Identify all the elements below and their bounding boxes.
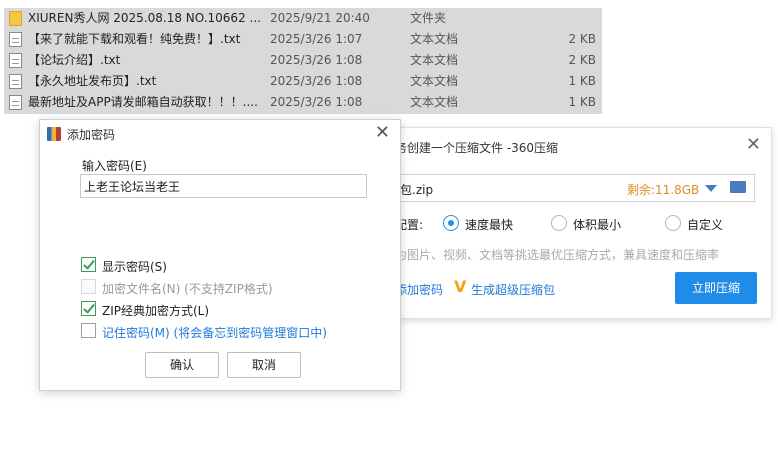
free-space: 剩余:11.8GB [627, 183, 700, 197]
password-label: 输入密码(E) [82, 159, 147, 173]
option-label: 速度最快 [465, 218, 514, 232]
winrar-icon [47, 127, 61, 141]
folder-icon[interactable] [730, 181, 746, 193]
file-type: 文本文档 [410, 53, 459, 67]
file-date: 2025/3/26 1:08 [270, 74, 363, 88]
file-type: 文件夹 [410, 11, 447, 25]
text-file-icon [9, 95, 22, 110]
text-file-icon [9, 32, 22, 47]
file-name: 最新地址及APP请发邮箱自动获取！！！.... [28, 95, 258, 109]
add-password-dialog: 添加密码 ✕ 输入密码(E) 显示密码(S) 加密文件名(N) (不支持ZIP格… [40, 120, 400, 390]
checkbox-label: 记住密码(M) (将会备忘到密码管理窗口中) [102, 326, 327, 340]
vip-icon: V [454, 277, 467, 296]
show-password-checkbox[interactable] [81, 257, 96, 272]
super-compress-link[interactable]: 生成超级压缩包 [471, 281, 555, 298]
checkbox-label: 显示密码(S) [102, 260, 167, 274]
add-password-link[interactable]: 添加密码 [395, 281, 443, 298]
radio-fastest[interactable] [443, 215, 459, 231]
archive-path-field[interactable]: 包.zip 剩余:11.8GB [393, 174, 755, 202]
radio-custom[interactable] [665, 215, 681, 231]
file-row[interactable]: 最新地址及APP请发邮箱自动获取！！！.... 2025/3/26 1:08 文… [4, 92, 602, 113]
compress-dialog: 务创建一个压缩文件 -360压缩 ✕ 包.zip 剩余:11.8GB 配置: 速… [373, 128, 771, 318]
file-row[interactable]: 【来了就能下载和观看！纯免费！】.txt 2025/3/26 1:07 文本文档… [4, 29, 602, 50]
chevron-down-icon[interactable] [705, 185, 717, 192]
option-label: 自定义 [687, 218, 724, 232]
file-date: 2025/3/26 1:07 [270, 32, 363, 46]
file-size: 2 KB [568, 53, 596, 67]
option-label: 体积最小 [573, 218, 622, 232]
file-size: 1 KB [568, 74, 596, 88]
file-list: XIUREN秀人网 2025.08.18 NO.10662 ... 2025/9… [4, 8, 602, 114]
checkbox-label: 加密文件名(N) (不支持ZIP格式) [102, 282, 273, 296]
file-row[interactable]: 【论坛介绍】.txt 2025/3/26 1:08 文本文档 2 KB [4, 50, 602, 71]
file-type: 文本文档 [410, 95, 459, 109]
file-name: 【来了就能下载和观看！纯免费！】.txt [28, 32, 241, 46]
archive-name: 包.zip [400, 183, 434, 197]
file-row[interactable]: XIUREN秀人网 2025.08.18 NO.10662 ... 2025/9… [4, 8, 602, 29]
file-date: 2025/3/26 1:08 [270, 53, 363, 67]
ok-button[interactable]: 确认 [145, 352, 219, 378]
file-name: XIUREN秀人网 2025.08.18 NO.10662 ... [28, 11, 260, 25]
text-file-icon [9, 74, 22, 89]
text-file-icon [9, 53, 22, 68]
file-type: 文本文档 [410, 74, 459, 88]
file-size: 1 KB [568, 95, 596, 109]
dialog-title: 添加密码 [67, 128, 116, 142]
compress-now-button[interactable]: 立即压缩 [675, 272, 757, 304]
file-date: 2025/3/26 1:08 [270, 95, 363, 109]
file-size: 2 KB [568, 32, 596, 46]
file-name: 【论坛介绍】.txt [28, 53, 121, 67]
file-name: 【永久地址发布页】.txt [28, 74, 157, 88]
file-type: 文本文档 [410, 32, 459, 46]
close-icon[interactable]: ✕ [375, 122, 390, 143]
file-row[interactable]: 【永久地址发布页】.txt 2025/3/26 1:08 文本文档 1 KB [4, 71, 602, 92]
zip-classic-checkbox[interactable] [81, 301, 96, 316]
password-input[interactable] [80, 174, 367, 198]
folder-icon [9, 11, 22, 26]
cancel-button[interactable]: 取消 [227, 352, 301, 378]
radio-smallest[interactable] [551, 215, 567, 231]
checkbox-label: ZIP经典加密方式(L) [102, 304, 210, 318]
file-date: 2025/9/21 20:40 [270, 11, 370, 25]
encrypt-names-checkbox[interactable] [81, 279, 96, 294]
close-icon[interactable]: ✕ [746, 134, 761, 155]
hint-text: 为图片、视频、文档等挑选最优压缩方式，兼具速度和压缩率 [395, 248, 720, 262]
compress-dialog-title: 务创建一个压缩文件 -360压缩 [395, 141, 559, 155]
remember-password-checkbox[interactable] [81, 323, 96, 338]
